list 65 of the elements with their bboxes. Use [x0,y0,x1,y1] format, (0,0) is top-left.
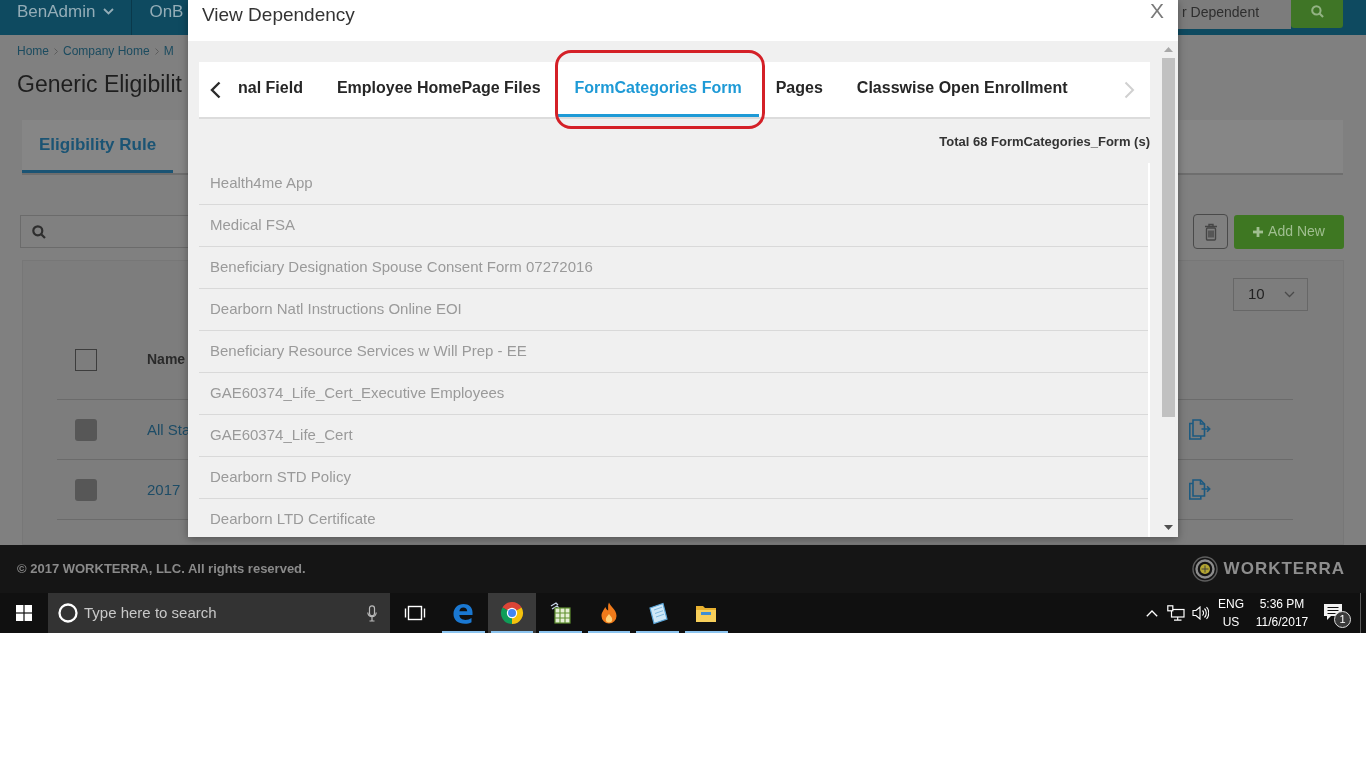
e-logo-icon [451,601,476,625]
menu-button[interactable]: BenAdmin [0,0,132,23]
chevron-up-icon[interactable] [1146,609,1158,617]
tab[interactable]: Pages [758,62,840,117]
list-item: GAE60374_Life_Cert [199,415,1148,457]
close-button[interactable]: X [1150,0,1164,23]
checkbox[interactable] [75,348,97,371]
scroll-down-icon[interactable] [1164,525,1173,530]
list-item: GAE60374_Life_Cert_Executive Employees [199,373,1148,415]
emblem-icon [1191,556,1218,582]
region-label[interactable]: US [1222,613,1240,631]
copyright-text: © 2017 WORKTERRA, LLC. All rights reserved. [17,560,306,579]
checkbox[interactable] [75,478,97,501]
volume-icon[interactable] [1191,606,1209,620]
chevron-right-icon [54,47,58,55]
total-count: Total 68 FormCategories_Form (s) [939,134,1150,150]
tab[interactable]: Classwise Open Enrollment [839,62,1085,117]
clock-time[interactable]: 5:36 PM [1259,595,1305,613]
menu-button[interactable]: OnB [132,0,201,23]
tab[interactable]: nal Field [221,62,320,117]
add-new-button[interactable]: Add New [1234,214,1344,249]
column-header: Name [147,350,186,369]
search-field[interactable]: r Dependent [1178,0,1291,29]
start-icon[interactable] [16,605,32,621]
page-size-select[interactable]: 10 [1233,278,1308,311]
breadcrumb-link[interactable]: Company Home [63,42,150,60]
clock-date[interactable]: 11/6/2017 [1255,613,1309,631]
language-label[interactable]: ENG [1218,595,1244,613]
list-item: Dearborn Natl Instructions Online EOI [199,289,1148,331]
plus-icon [1253,226,1264,237]
search-icon [1310,5,1324,18]
microphone-icon[interactable] [367,604,377,622]
chevron-down-icon [1284,291,1295,298]
dialog-title: View Dependency [202,4,355,26]
chevron-left-icon [210,80,221,99]
chevron-right-icon [154,47,159,55]
table-link[interactable]: 2017 [147,480,181,498]
tab[interactable]: Employee HomePage Files [319,62,558,117]
tab[interactable]: FormCategories Form [557,62,759,117]
round-logo-icon [499,601,524,625]
list-item: Medical FSA [199,205,1148,247]
chevron-right-icon [1124,80,1135,99]
list-item: Beneficiary Resource Services w Will Prep - EE [199,331,1148,373]
list-item: Health4me App [199,163,1148,205]
brand-name: WORKTERRA [1223,558,1345,581]
breadcrumb-link[interactable]: Home [17,42,49,60]
chevron-down-icon [103,8,115,15]
checkbox[interactable] [75,418,97,441]
list-item: Dearborn STD Policy [199,457,1148,499]
notification-badge: 1 [1334,611,1351,628]
scrollbar-thumb[interactable] [1162,58,1175,417]
task-view-icon[interactable] [403,605,426,621]
search-icon [32,224,46,239]
breadcrumb-link[interactable]: M [163,42,174,60]
ring-icon [58,603,78,623]
trash-icon [1203,222,1218,241]
list-item: Beneficiary Designation Spouse Consent Form 07272016 [199,247,1148,289]
list-item: Dearborn LTD Certificate [199,499,1148,537]
taskbar-app-button[interactable] [487,593,537,633]
tab[interactable]: Eligibility Rule [22,120,174,173]
delete-button[interactable] [1193,214,1228,249]
search-field[interactable]: Type here to search [48,593,390,633]
spreadsheet-icon [548,601,573,625]
page-title: Generic Eligibilit [17,70,182,98]
network-icon[interactable] [1167,605,1185,621]
